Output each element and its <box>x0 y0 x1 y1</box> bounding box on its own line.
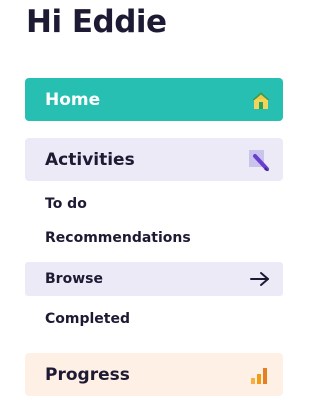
nav-progress[interactable]: Progress <box>25 353 283 396</box>
activities-submenu: To do Recommendations Browse Completed <box>25 187 283 336</box>
page-title: Hi Eddie <box>26 4 167 40</box>
home-icon <box>251 90 271 110</box>
nav-to-do-label: To do <box>45 196 87 212</box>
nav-progress-label: Progress <box>45 364 130 385</box>
nav-browse-label: Browse <box>45 271 103 287</box>
nav-activities[interactable]: Activities <box>25 138 283 181</box>
nav-recommendations-label: Recommendations <box>45 230 191 246</box>
main-navigation: Home Activities To do Recommendations Br… <box>25 78 283 396</box>
nav-home[interactable]: Home <box>25 78 283 121</box>
nav-recommendations[interactable]: Recommendations <box>25 221 283 255</box>
arrow-right-icon <box>249 270 271 288</box>
nav-to-do[interactable]: To do <box>25 187 283 221</box>
nav-activities-label: Activities <box>45 149 135 170</box>
nav-home-label: Home <box>45 89 101 110</box>
nav-completed[interactable]: Completed <box>25 302 283 336</box>
bar-chart-icon <box>249 365 271 385</box>
pencil-icon <box>247 148 271 172</box>
nav-browse[interactable]: Browse <box>25 262 283 296</box>
nav-completed-label: Completed <box>45 311 131 327</box>
